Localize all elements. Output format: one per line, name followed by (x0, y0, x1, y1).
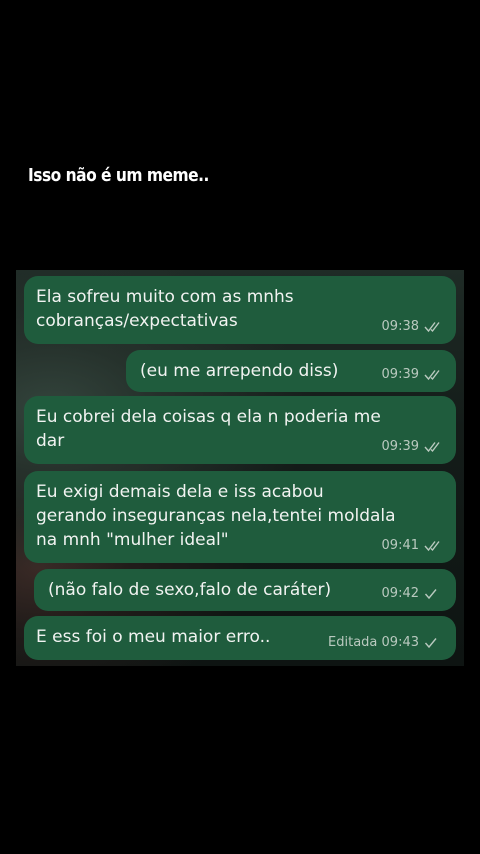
message-bubble-1[interactable]: Ela sofreu muito com as mnhs cobranças/e… (24, 276, 456, 344)
message-bubble-6[interactable]: E ess foi o meu maior erro.. Editada 09:… (24, 616, 456, 660)
message-bubble-2[interactable]: (eu me arrependo diss) 09:39 (126, 350, 456, 392)
message-time: 09:41 (381, 538, 419, 553)
message-bubble-4[interactable]: Eu exigi demais dela e iss acabou gerand… (24, 471, 456, 563)
message-meta: 09:38 (382, 315, 444, 339)
double-check-icon (424, 540, 444, 552)
message-time: 09:39 (381, 367, 419, 382)
single-check-icon (424, 588, 444, 600)
message-bubble-3[interactable]: Eu cobrei dela coisas q ela n poderia me… (24, 396, 456, 464)
message-bubble-5[interactable]: (não falo de sexo,falo de caráter) 09:42 (34, 569, 456, 611)
single-check-icon (424, 637, 444, 649)
message-time: 09:39 (381, 439, 419, 454)
message-meta: 09:42 (382, 582, 444, 606)
message-meta: Editada 09:43 (328, 631, 444, 655)
message-meta: 09:39 (382, 435, 444, 459)
message-time: Editada 09:43 (328, 635, 419, 650)
message-time: 09:38 (381, 319, 419, 334)
message-meta: 09:39 (382, 363, 444, 387)
double-check-icon (424, 369, 444, 381)
message-time: 09:42 (381, 586, 419, 601)
double-check-icon (424, 441, 444, 453)
chat-screenshot: Ela sofreu muito com as mnhs cobranças/e… (16, 270, 464, 666)
message-meta: 09:41 (382, 534, 444, 558)
caption-text: Isso não é um meme.. (28, 165, 209, 186)
double-check-icon (424, 321, 444, 333)
